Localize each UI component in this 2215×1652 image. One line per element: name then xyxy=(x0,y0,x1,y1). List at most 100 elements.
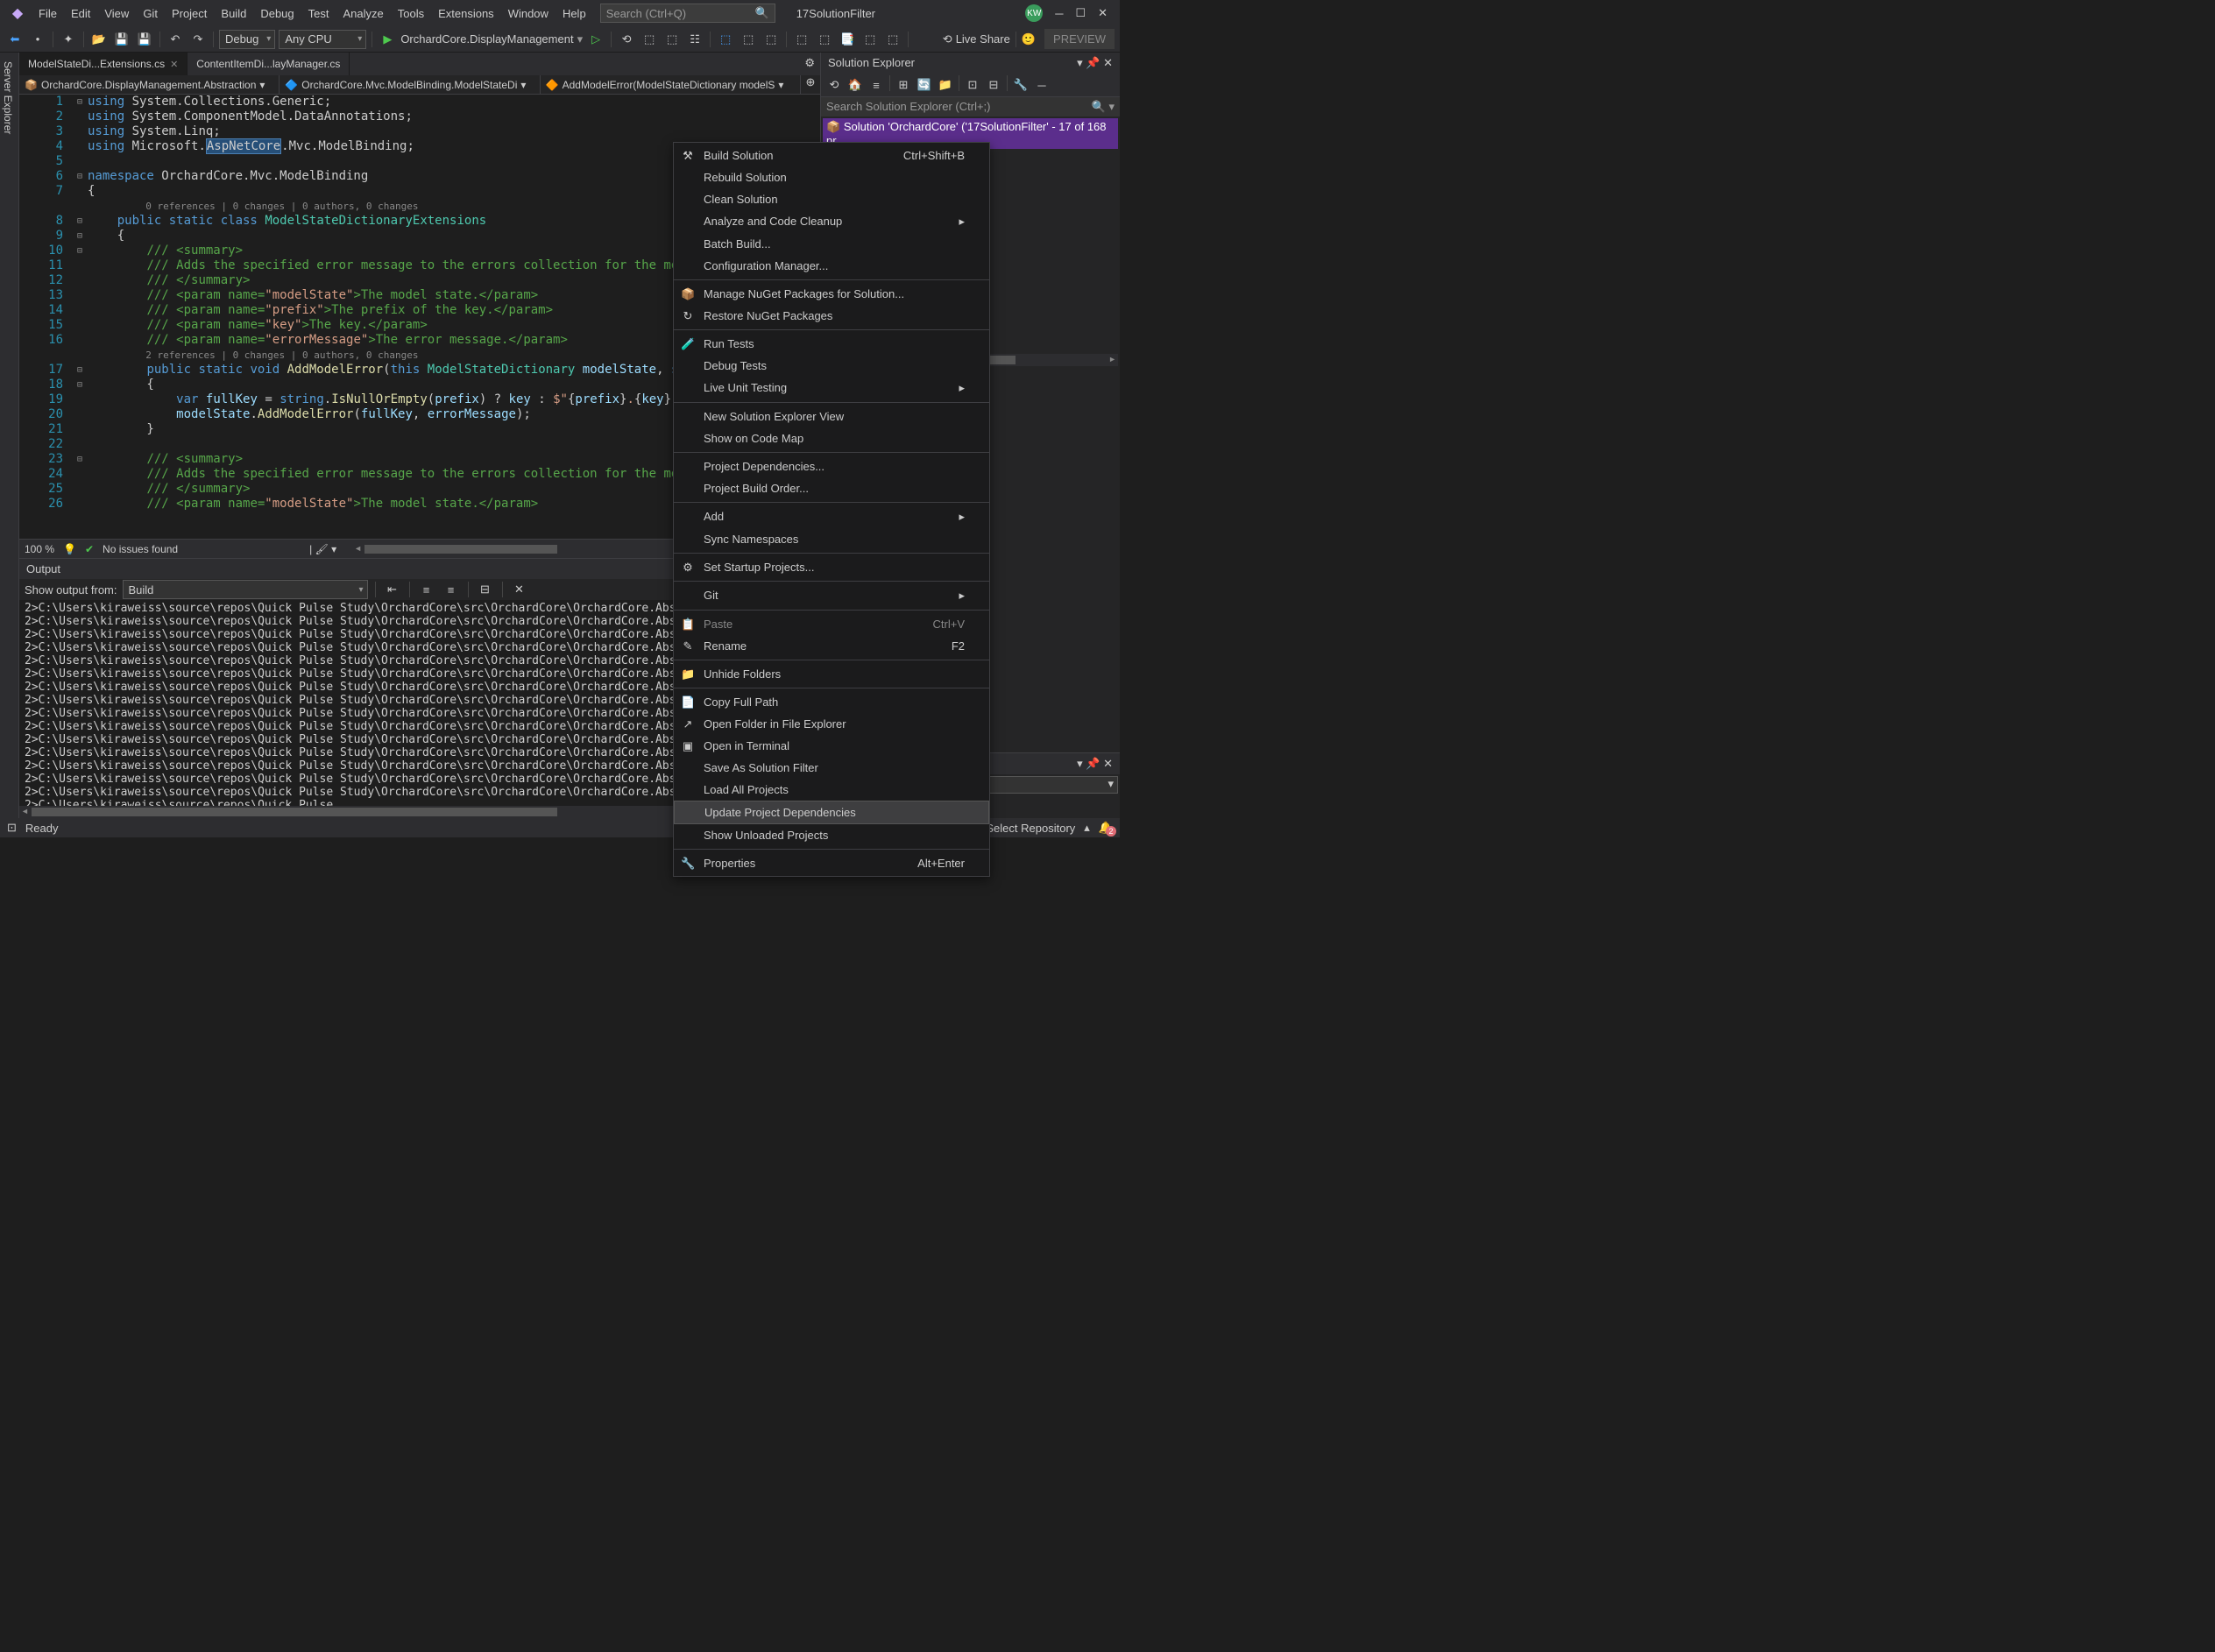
menu-project[interactable]: Project xyxy=(165,4,214,24)
ctx-live-unit-testing[interactable]: Live Unit Testing▸ xyxy=(674,377,989,399)
close-icon[interactable]: ✕ xyxy=(1103,56,1113,69)
start-target[interactable]: OrchardCore.DisplayManagement xyxy=(400,32,573,46)
preview-button[interactable]: PREVIEW xyxy=(1044,29,1115,49)
solexp-search[interactable]: Search Solution Explorer (Ctrl+;)🔍 ▾ xyxy=(821,97,1120,116)
ctx-save-as-solution-filter[interactable]: Save As Solution Filter xyxy=(674,757,989,779)
feedback-icon[interactable]: 🙂 xyxy=(1022,32,1036,46)
solexp-tool-icon[interactable]: ≡ xyxy=(867,75,886,95)
tool-icon[interactable]: ⬚ xyxy=(860,30,880,49)
nav-fwd-icon[interactable]: • xyxy=(28,30,47,49)
tool-icon[interactable]: ⬚ xyxy=(716,30,735,49)
ctx-copy-full-path[interactable]: 📄Copy Full Path xyxy=(674,691,989,713)
tool-icon[interactable]: ⬚ xyxy=(815,30,834,49)
ctx-manage-nuget-packages-for-solution-[interactable]: 📦Manage NuGet Packages for Solution... xyxy=(674,283,989,305)
ctx-build-solution[interactable]: ⚒Build SolutionCtrl+Shift+B xyxy=(674,145,989,166)
notifications-icon[interactable]: 🔔2 xyxy=(1099,821,1113,835)
split-icon[interactable]: ⊕ xyxy=(801,75,820,94)
server-explorer-tab[interactable]: Server Explorer xyxy=(0,58,16,815)
ctx-show-unloaded-projects[interactable]: Show Unloaded Projects xyxy=(674,824,989,846)
gear-icon[interactable]: ⚙ xyxy=(799,53,820,75)
liveshare-label[interactable]: Live Share xyxy=(956,32,1010,46)
nav-class[interactable]: 🔷 OrchardCore.Mvc.ModelBinding.ModelStat… xyxy=(280,75,540,94)
ctx-rebuild-solution[interactable]: Rebuild Solution xyxy=(674,166,989,188)
tool-icon[interactable]: ⬚ xyxy=(640,30,659,49)
editor-tab[interactable]: ContentItemDi...layManager.cs xyxy=(188,53,350,75)
save-all-icon[interactable]: 💾 xyxy=(135,30,154,49)
ctx-project-build-order-[interactable]: Project Build Order... xyxy=(674,477,989,499)
output-tool-icon[interactable]: ✕ xyxy=(510,580,529,599)
dropdown-icon[interactable]: ▾ xyxy=(1077,56,1083,69)
ctx-analyze-and-code-cleanup[interactable]: Analyze and Code Cleanup▸ xyxy=(674,210,989,233)
dropdown-icon[interactable]: ▾ xyxy=(1077,757,1083,770)
tool-icon[interactable]: ⬚ xyxy=(883,30,902,49)
redo-icon[interactable]: ↷ xyxy=(188,30,208,49)
output-source-combo[interactable]: Build xyxy=(123,580,368,599)
ctx-paste[interactable]: 📋PasteCtrl+V xyxy=(674,613,989,635)
nav-method[interactable]: 🔶 AddModelError(ModelStateDictionary mod… xyxy=(541,75,801,94)
menu-git[interactable]: Git xyxy=(136,4,165,24)
menu-analyze[interactable]: Analyze xyxy=(336,4,390,24)
open-icon[interactable]: 📂 xyxy=(89,30,109,49)
ctx-sync-namespaces[interactable]: Sync Namespaces xyxy=(674,528,989,550)
solexp-tool-icon[interactable]: ⊞ xyxy=(894,75,913,95)
menu-edit[interactable]: Edit xyxy=(64,4,97,24)
save-icon[interactable]: 💾 xyxy=(112,30,131,49)
wrench-icon[interactable]: 🔧 xyxy=(1011,75,1030,95)
output-tool-icon[interactable]: ≡ xyxy=(442,580,461,599)
editor-tab[interactable]: ModelStateDi...Extensions.cs✕ xyxy=(19,53,188,75)
tool-icon[interactable]: ☷ xyxy=(685,30,704,49)
ctx-project-dependencies-[interactable]: Project Dependencies... xyxy=(674,455,989,477)
pin-icon[interactable]: 📌 xyxy=(1086,56,1100,69)
undo-icon[interactable]: ↶ xyxy=(166,30,185,49)
start-nodebug-icon[interactable]: ▷ xyxy=(586,30,605,49)
output-tool-icon[interactable]: ≡ xyxy=(417,580,436,599)
output-tool-icon[interactable]: ⊟ xyxy=(476,580,495,599)
ctx-update-project-dependencies[interactable]: Update Project Dependencies xyxy=(674,801,989,824)
ctx-load-all-projects[interactable]: Load All Projects xyxy=(674,779,989,801)
menu-view[interactable]: View xyxy=(97,4,136,24)
ctx-set-startup-projects-[interactable]: ⚙Set Startup Projects... xyxy=(674,556,989,578)
home-icon[interactable]: 🏠 xyxy=(846,75,865,95)
tool-icon[interactable]: 📑 xyxy=(838,30,857,49)
output-tool-icon[interactable]: ⇤ xyxy=(383,580,402,599)
ctx-git[interactable]: Git▸ xyxy=(674,584,989,607)
liveshare-icon[interactable]: ⟲ xyxy=(943,32,952,46)
solexp-tool-icon[interactable]: ⟲ xyxy=(824,75,844,95)
menu-extensions[interactable]: Extensions xyxy=(431,4,501,24)
tool-icon[interactable]: ⬚ xyxy=(662,30,682,49)
nav-project[interactable]: 📦 OrchardCore.DisplayManagement.Abstract… xyxy=(19,75,280,94)
repo-selector[interactable]: Select Repository xyxy=(986,822,1075,835)
ctx-batch-build-[interactable]: Batch Build... xyxy=(674,233,989,255)
minimize-button[interactable]: ─ xyxy=(1055,7,1063,20)
ctx-clean-solution[interactable]: Clean Solution xyxy=(674,188,989,210)
solexp-tool-icon[interactable]: ⊡ xyxy=(963,75,982,95)
ctx-run-tests[interactable]: 🧪Run Tests xyxy=(674,333,989,355)
platform-combo[interactable]: Any CPU xyxy=(279,30,366,49)
solexp-tool-icon[interactable]: 🔄 xyxy=(915,75,934,95)
search-box[interactable]: Search (Ctrl+Q) 🔍 xyxy=(600,4,775,23)
tool-icon[interactable]: ⬚ xyxy=(792,30,811,49)
start-icon[interactable]: ▶ xyxy=(378,30,397,49)
menu-test[interactable]: Test xyxy=(301,4,336,24)
menu-build[interactable]: Build xyxy=(214,4,253,24)
solexp-tool-icon[interactable]: 📁 xyxy=(936,75,955,95)
close-button[interactable]: ✕ xyxy=(1098,6,1108,20)
solexp-tool-icon[interactable]: ─ xyxy=(1032,75,1051,95)
tool-icon[interactable]: ⟲ xyxy=(617,30,636,49)
maximize-button[interactable]: ☐ xyxy=(1075,6,1086,20)
zoom-label[interactable]: 100 % xyxy=(25,543,54,555)
config-combo[interactable]: Debug xyxy=(219,30,275,49)
pin-icon[interactable]: 📌 xyxy=(1086,757,1100,770)
tool-icon[interactable]: ⬚ xyxy=(761,30,781,49)
ctx-show-on-code-map[interactable]: Show on Code Map xyxy=(674,427,989,449)
menu-file[interactable]: File xyxy=(32,4,64,24)
ctx-properties[interactable]: 🔧PropertiesAlt+Enter xyxy=(674,852,989,874)
ctx-rename[interactable]: ✎RenameF2 xyxy=(674,635,989,657)
tool-icon[interactable]: ⬚ xyxy=(739,30,758,49)
user-avatar[interactable]: KW xyxy=(1025,4,1043,22)
ctx-configuration-manager-[interactable]: Configuration Manager... xyxy=(674,255,989,277)
close-icon[interactable]: ✕ xyxy=(1103,757,1113,770)
menu-tools[interactable]: Tools xyxy=(391,4,431,24)
solexp-tool-icon[interactable]: ⊟ xyxy=(984,75,1003,95)
nav-back-icon[interactable]: ⬅ xyxy=(5,30,25,49)
